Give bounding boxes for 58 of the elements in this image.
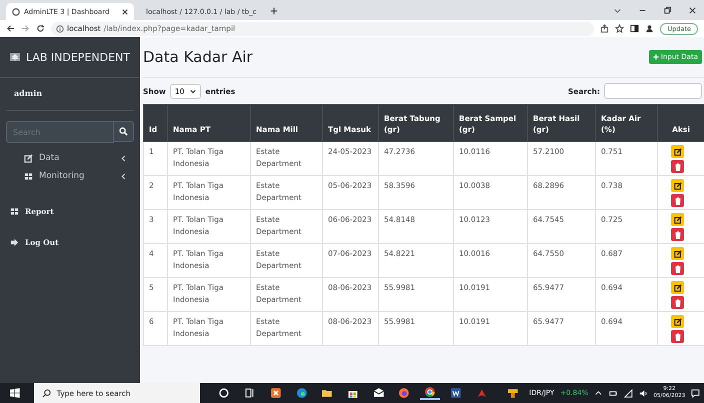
edit-button[interactable] [671, 315, 684, 328]
brand-name: LAB INDEPENDENT [26, 50, 130, 64]
chevron-left-icon [121, 154, 126, 162]
table-icon [24, 172, 33, 180]
network-icon[interactable] [624, 388, 633, 398]
edit-icon [674, 284, 682, 292]
notification-icon[interactable] [691, 388, 700, 398]
delete-button[interactable] [671, 262, 684, 275]
profile-icon[interactable] [645, 24, 654, 33]
delete-button[interactable] [671, 160, 684, 173]
star-icon[interactable] [615, 24, 624, 33]
menu-item[interactable]: Data [0, 149, 140, 167]
trash-icon [674, 230, 682, 238]
delete-button[interactable] [671, 194, 684, 207]
info-icon [56, 24, 64, 32]
trash-icon [674, 162, 682, 170]
table-search-field[interactable] [604, 83, 702, 99]
plus-icon [652, 54, 659, 60]
trash-icon [674, 196, 682, 204]
edit-button[interactable] [671, 145, 684, 158]
edit-icon [24, 154, 33, 162]
delete-button[interactable] [671, 228, 684, 241]
close-icon[interactable] [688, 6, 697, 15]
page-title: Data Kadar Air [143, 48, 253, 66]
chrome-icon[interactable] [420, 386, 440, 400]
edit-icon [674, 182, 682, 190]
chevron-up-icon[interactable] [594, 388, 604, 398]
sign-out-icon [10, 238, 19, 247]
user-name[interactable]: admin [6, 78, 134, 111]
chevron-left-icon [121, 172, 126, 180]
trash-icon [674, 332, 682, 340]
new-tab-icon[interactable] [270, 7, 278, 15]
search-button[interactable] [114, 121, 134, 142]
table-icon [10, 207, 19, 216]
windows-start-icon[interactable] [10, 388, 20, 398]
close-icon[interactable] [122, 8, 128, 14]
restore-icon[interactable] [663, 6, 672, 15]
share-icon[interactable] [600, 24, 610, 33]
menu-item[interactable]: Monitoring [0, 167, 140, 185]
trash-icon [674, 264, 682, 272]
edit-button[interactable] [671, 247, 684, 260]
edit-button[interactable] [671, 213, 684, 226]
edit-icon [674, 148, 682, 156]
reload-icon[interactable] [36, 24, 45, 33]
speaker-icon[interactable] [638, 388, 648, 398]
edit-icon [674, 250, 682, 258]
sidebar-icon[interactable] [630, 24, 640, 33]
trash-icon [674, 298, 682, 306]
edit-button[interactable] [671, 281, 684, 294]
back-icon[interactable] [6, 24, 15, 33]
edit-icon [674, 318, 682, 326]
edit-icon [674, 216, 682, 224]
battery-icon[interactable] [609, 388, 618, 398]
search-icon [42, 388, 51, 398]
delete-button[interactable] [671, 330, 684, 343]
edit-button[interactable] [671, 179, 684, 192]
delete-button[interactable] [671, 296, 684, 309]
chevron-down-icon [190, 88, 196, 94]
